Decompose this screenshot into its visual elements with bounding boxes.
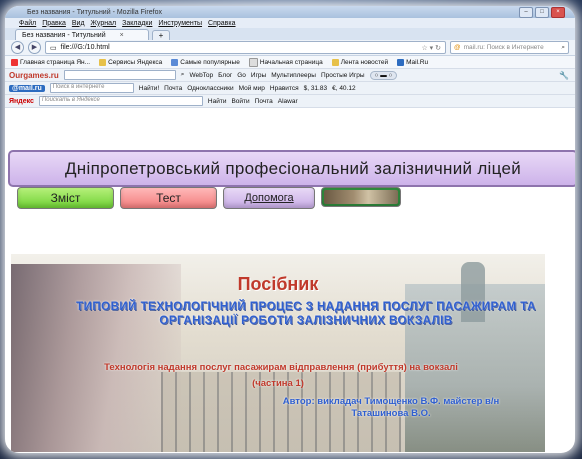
maximize-button[interactable]: □: [535, 7, 549, 18]
tab-active[interactable]: Без названия - Титульний ×: [15, 29, 149, 40]
yandex-search-input[interactable]: Поискать в Яндексе: [38, 96, 203, 106]
navigation-bar: ◀ ▶ ▭ file:///G:/10.html ☆ ▾ ↻ @ mail.ru…: [5, 40, 575, 56]
forward-icon[interactable]: ▶: [28, 41, 41, 54]
back-icon[interactable]: ◀: [11, 41, 24, 54]
bookmark-item[interactable]: Главная страница Ян...: [11, 58, 90, 66]
mail-link[interactable]: Почта: [164, 85, 182, 92]
menu-tools[interactable]: Инструменты: [158, 20, 202, 27]
my-world-link[interactable]: Мой мир: [239, 85, 265, 92]
ourgames-toolbar: Ourgames.ru ⌕ WebTop Блог Go Игры Мульти…: [5, 69, 575, 82]
mailru-logo[interactable]: @mail.ru: [9, 84, 45, 92]
menu-edit[interactable]: Правка: [42, 20, 66, 27]
blog-link[interactable]: Блог: [218, 72, 232, 79]
bookmark-item[interactable]: Сервисы Яндекса: [99, 58, 162, 66]
multiplayer-menu[interactable]: Мультиплееры: [271, 72, 316, 79]
alawar-link[interactable]: Alawar: [278, 98, 298, 105]
toggle-control[interactable]: ○ ▬ ○: [369, 70, 398, 80]
usd-rate: $, 31.83: [303, 84, 328, 92]
image-button[interactable]: [321, 187, 401, 207]
page-banner: Дніпропетровський професіональний залізн…: [8, 150, 575, 187]
bookmark-item[interactable]: Самые популярные: [171, 58, 240, 66]
tab-bar: Без названия - Титульний × +: [5, 28, 575, 40]
cover-illustration: Посібник Типовий технологічний процес з …: [11, 254, 545, 452]
title-bar: Без названия - Титульний - Mozilla Firef…: [5, 6, 575, 18]
help-button[interactable]: Допомога: [223, 187, 315, 209]
yandex-find-button[interactable]: Найти: [208, 98, 227, 105]
tab-label: Без названия - Титульний: [22, 31, 106, 39]
yandex-login-link[interactable]: Войти: [231, 98, 249, 105]
menu-help[interactable]: Справка: [208, 20, 235, 27]
bookmark-item[interactable]: Начальная страница: [248, 57, 323, 67]
menu-bar: Файл Правка Вид Журнал Закладки Инструме…: [5, 18, 575, 28]
page-icon: ▭: [50, 44, 57, 52]
like-link[interactable]: Нравится: [270, 85, 299, 92]
bookmark-star-icon[interactable]: ☆ ▾ ↻: [421, 44, 441, 52]
simple-games-menu[interactable]: Простые Игры: [321, 72, 365, 79]
mail-icon: [397, 58, 405, 66]
mailru-search-input[interactable]: Поиск в интернете: [49, 83, 134, 93]
mailru-toolbar: @mail.ru Поиск в интернете Найти! Почта …: [5, 82, 575, 95]
thumbnail-image: [324, 190, 398, 204]
go-button[interactable]: Go: [237, 72, 246, 79]
yandex-logo[interactable]: Яндекс: [9, 98, 34, 105]
address-text: file:///G:/10.html: [60, 44, 110, 51]
tab-close-icon[interactable]: ×: [120, 32, 124, 39]
search-placeholder: mail.ru: Поиск в Интернете: [463, 44, 544, 51]
page-title: Дніпропетровський професіональний залізн…: [64, 158, 522, 178]
cover-part: (частина 1): [252, 378, 304, 389]
folder-icon: [99, 58, 107, 66]
address-bar[interactable]: ▭ file:///G:/10.html ☆ ▾ ↻: [45, 41, 446, 54]
cover-topic: Технологія надання послуг пасажирам відп…: [104, 362, 458, 373]
minimize-button[interactable]: –: [519, 7, 533, 18]
close-button[interactable]: ×: [551, 7, 565, 18]
menu-file[interactable]: Файл: [19, 20, 36, 27]
yandex-toolbar: Яндекс Поискать в Яндексе Найти Войти По…: [5, 95, 575, 108]
ourgames-logo[interactable]: Ourgames.ru: [9, 71, 59, 80]
search-engine-icon[interactable]: @: [454, 44, 461, 51]
games-menu[interactable]: Игры: [251, 72, 266, 79]
window-controls: – □ ×: [519, 7, 565, 18]
search-icon[interactable]: ⌕: [181, 71, 185, 79]
bookmark-item[interactable]: Лента новостей: [331, 58, 388, 66]
eur-rate: €, 40.12: [332, 84, 356, 92]
webtop-link[interactable]: WebTop: [189, 72, 213, 79]
bookmarks-bar: Главная страница Ян... Сервисы Яндекса С…: [5, 56, 575, 69]
search-icon[interactable]: ⌕: [561, 44, 565, 52]
window-title: Без названия - Титульний - Mozilla Firef…: [27, 8, 162, 16]
browser-window: Без названия - Титульний - Mozilla Firef…: [5, 6, 575, 453]
test-button[interactable]: Тест: [120, 187, 217, 209]
wrench-icon[interactable]: 🔧: [559, 71, 569, 80]
cover-authors: Автор: викладач Тимощенко В.Ф. майстер в…: [282, 396, 500, 419]
page-nav: Зміст Тест Допомога: [17, 187, 401, 211]
cover-subtitle: Типовий технологічний процес з надання п…: [76, 301, 536, 327]
page-icon: [248, 57, 258, 67]
mailru-find-button[interactable]: Найти!: [139, 85, 159, 92]
search-input[interactable]: @ mail.ru: Поиск в Интернете ⌕: [450, 41, 569, 54]
cover-title: Посібник: [237, 274, 319, 294]
odnoklassniki-link[interactable]: Одноклассники: [187, 85, 233, 92]
yandex-icon: [11, 58, 18, 66]
ourgames-search-input[interactable]: [63, 70, 176, 80]
new-tab-button[interactable]: +: [152, 30, 170, 40]
rss-icon: [331, 58, 339, 66]
contents-button[interactable]: Зміст: [17, 187, 114, 209]
menu-history[interactable]: Журнал: [91, 20, 117, 27]
bookmark-item[interactable]: Mail.Ru: [397, 58, 428, 66]
yandex-mail-link[interactable]: Почта: [255, 98, 273, 105]
globe-icon: [171, 58, 179, 66]
menu-view[interactable]: Вид: [72, 20, 85, 27]
menu-bookmarks[interactable]: Закладки: [122, 20, 152, 27]
